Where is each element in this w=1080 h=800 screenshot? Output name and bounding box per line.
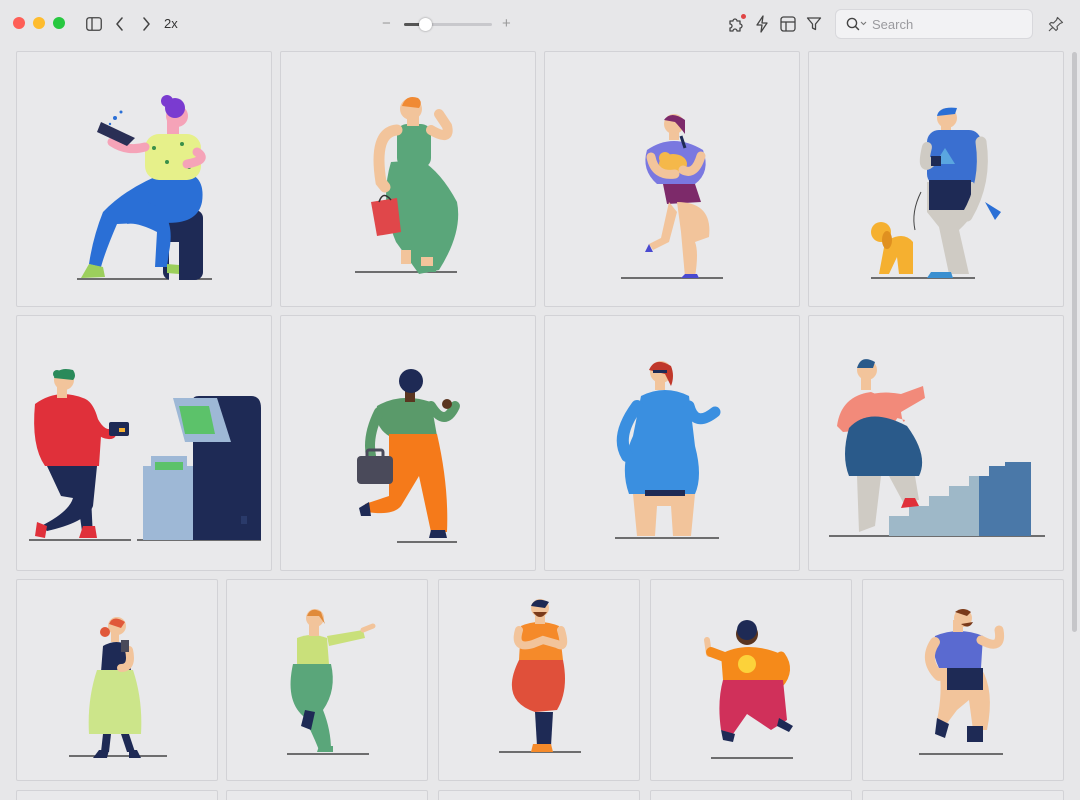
woman-shopping-bag-illustration (355, 97, 459, 274)
window-controls (13, 17, 65, 29)
gallery-item[interactable] (438, 579, 640, 781)
zoom-slider-thumb[interactable] (419, 18, 432, 31)
gallery-item[interactable] (650, 579, 852, 781)
zoom-level-label[interactable]: 2x (164, 16, 178, 31)
layout-icon[interactable] (778, 14, 798, 34)
maximize-window-button[interactable] (53, 17, 65, 29)
woman-phone-skirt-illustration (69, 617, 167, 758)
man-yoga-pose-illustration (499, 599, 581, 753)
magnifier-icon[interactable] (846, 17, 868, 31)
zoom-slider-track[interactable] (404, 18, 492, 31)
search-box[interactable] (835, 9, 1033, 39)
chevron-left-icon[interactable] (110, 14, 130, 34)
gallery-item[interactable] (862, 790, 1064, 800)
filter-icon[interactable] (804, 14, 824, 34)
woman-atm-card-illustration (29, 369, 261, 541)
gallery-item[interactable] (226, 790, 428, 800)
gallery-item[interactable] (650, 790, 852, 800)
woman-climbing-stairs-illustration (829, 359, 1045, 537)
sidebar-icon[interactable] (84, 14, 104, 34)
toolbar: 2x − + (0, 0, 1080, 48)
gallery-item[interactable] (280, 315, 536, 571)
pin-icon[interactable] (1046, 14, 1066, 34)
gallery-item[interactable] (16, 51, 272, 307)
notification-badge (741, 14, 746, 19)
gallery-item[interactable] (16, 315, 272, 571)
zoom-slider[interactable]: − + (380, 14, 520, 34)
gallery-item[interactable] (862, 579, 1064, 781)
gallery-item[interactable] (438, 790, 640, 800)
gallery-item[interactable] (16, 790, 218, 800)
zoom-out-icon[interactable]: − (382, 14, 391, 34)
gallery-item[interactable] (280, 51, 536, 307)
minimize-window-button[interactable] (33, 17, 45, 29)
close-window-button[interactable] (13, 17, 25, 29)
app-window: 2x − + (0, 0, 1080, 800)
man-blue-shirt-illustration (919, 609, 1005, 755)
woman-pointing-green-illustration (287, 609, 376, 755)
woman-holding-cat-illustration (621, 114, 723, 279)
search-input[interactable] (872, 16, 1012, 32)
gallery-item[interactable] (226, 579, 428, 781)
lightning-icon[interactable] (752, 14, 772, 34)
gallery-item[interactable] (808, 51, 1064, 307)
chevron-right-icon[interactable] (136, 14, 156, 34)
man-orange-jumping-illustration (704, 620, 793, 759)
vertical-scrollbar[interactable] (1072, 52, 1077, 632)
woman-laptop-illustration (77, 95, 212, 280)
gallery-item[interactable] (544, 51, 800, 307)
gallery-item[interactable] (16, 579, 218, 781)
man-walking-dog-illustration (871, 107, 1001, 279)
woman-blue-dress-illustration (615, 361, 721, 539)
man-briefcase-illustration (357, 369, 460, 543)
puzzle-icon[interactable] (726, 14, 746, 34)
zoom-in-icon[interactable]: + (502, 14, 511, 34)
gallery-item[interactable] (808, 315, 1064, 571)
gallery-item[interactable] (544, 315, 800, 571)
